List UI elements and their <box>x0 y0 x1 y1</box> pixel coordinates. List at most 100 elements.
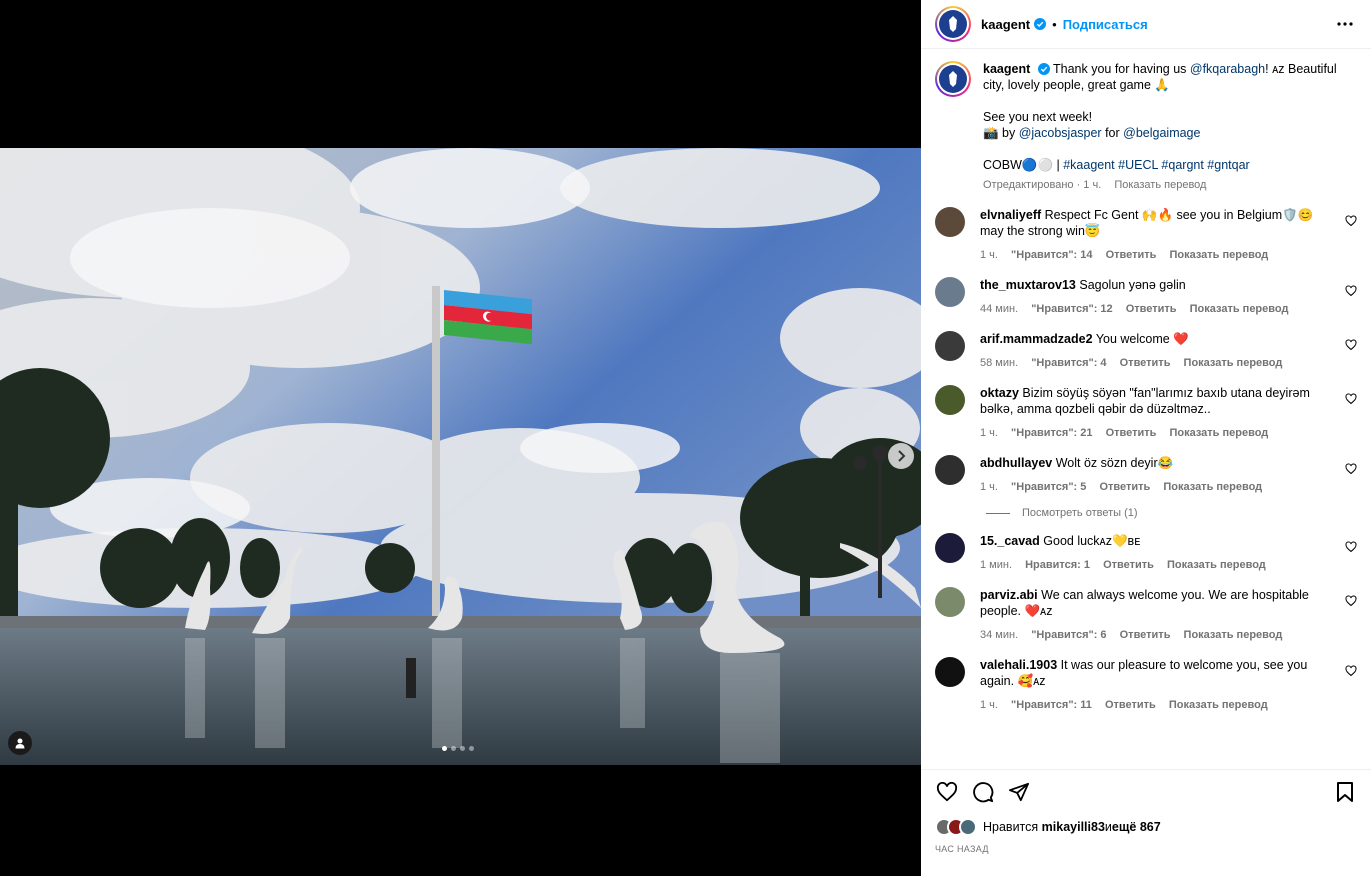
commenter-username[interactable]: parviz.abi <box>980 588 1038 602</box>
post-side-panel: kaagent • Подписаться kaagent Thank you … <box>921 0 1371 876</box>
commenter-username[interactable]: abdhullayev <box>980 456 1052 470</box>
comment-like-heart-icon[interactable] <box>1345 595 1357 607</box>
comment-time: 34 мин. <box>980 629 1019 641</box>
caption-mention[interactable]: @fkqarabagh <box>1190 62 1265 76</box>
comment-like-count[interactable]: "Нравится": 4 <box>1031 357 1106 369</box>
comment-item: the_muxtarov13 Sagolun yənə gəlin 44 мин… <box>935 277 1357 317</box>
commenter-avatar[interactable] <box>935 533 965 563</box>
view-replies-button[interactable]: Посмотреть ответы (1) <box>986 507 1357 519</box>
caption-author-avatar[interactable] <box>935 61 971 97</box>
comment-like-heart-icon[interactable] <box>1345 393 1357 405</box>
commenter-avatar[interactable] <box>935 385 965 415</box>
header-separator: • <box>1052 16 1057 32</box>
comment-like-heart-icon[interactable] <box>1345 285 1357 297</box>
author-username[interactable]: kaagent <box>981 17 1030 32</box>
commenter-username[interactable]: 15._cavad <box>980 534 1040 548</box>
comment-time: 1 ч. <box>980 481 998 493</box>
commenter-avatar[interactable] <box>935 277 965 307</box>
comment-time: 58 мин. <box>980 357 1019 369</box>
post-header: kaagent • Подписаться <box>921 0 1371 49</box>
likes-prefix: Нравится <box>983 820 1039 834</box>
commenter-username[interactable]: the_muxtarov13 <box>980 278 1076 292</box>
comment-item: parviz.abi We can always welcome you. We… <box>935 587 1357 643</box>
caption-text: COBW🔵⚪ | <box>983 158 1064 172</box>
caption-text: for <box>1101 126 1124 140</box>
post-actions: Нравится mikayilli83 и ещё 867 ЧАС НАЗАД <box>921 769 1371 876</box>
comment-translate-link[interactable]: Показать перевод <box>1184 629 1283 641</box>
comment-icon <box>973 782 994 803</box>
comment-like-heart-icon[interactable] <box>1345 339 1357 351</box>
comments-scroll-area[interactable]: kaagent Thank you for having us @fkqarab… <box>921 49 1371 769</box>
more-options-button[interactable] <box>1333 12 1357 36</box>
comment-like-count[interactable]: "Нравится": 12 <box>1031 303 1112 315</box>
comment-reply-link[interactable]: Ответить <box>1106 427 1157 439</box>
commenter-avatar[interactable] <box>935 455 965 485</box>
author-avatar[interactable] <box>935 6 971 42</box>
comment-time: 44 мин. <box>980 303 1019 315</box>
comment-like-count[interactable]: "Нравится": 6 <box>1031 629 1106 641</box>
comment-item: abdhullayev Wolt öz sözn deyir😂 1 ч. "Нр… <box>935 455 1357 495</box>
comment-item: arif.mammadzade2 You welcome ❤️ 58 мин. … <box>935 331 1357 371</box>
user-tag-icon <box>15 738 25 749</box>
caption-mention[interactable]: @jacobsjasper <box>1019 126 1102 140</box>
commenter-avatar[interactable] <box>935 331 965 361</box>
share-icon <box>1009 782 1029 802</box>
commenter-username[interactable]: valehali.1903 <box>980 658 1057 672</box>
likes-rest[interactable]: ещё 867 <box>1112 820 1161 834</box>
follow-button[interactable]: Подписаться <box>1063 17 1148 32</box>
caption-username[interactable]: kaagent <box>983 62 1030 76</box>
comment-like-count[interactable]: "Нравится": 5 <box>1011 481 1086 493</box>
comment-translate-link[interactable]: Показать перевод <box>1163 481 1262 493</box>
comment-text: Wolt öz sözn deyir😂 <box>1055 456 1174 470</box>
caption-translate-link[interactable]: Показать перевод <box>1114 179 1206 191</box>
comment-translate-link[interactable]: Показать перевод <box>1167 559 1266 571</box>
caption-mention[interactable]: @belgaimage <box>1123 126 1200 140</box>
comment-reply-link[interactable]: Ответить <box>1120 357 1171 369</box>
carousel-next-button[interactable] <box>888 443 914 469</box>
commenter-username[interactable]: arif.mammadzade2 <box>980 332 1093 346</box>
comment-button[interactable] <box>971 780 995 804</box>
comment-translate-link[interactable]: Показать перевод <box>1184 357 1283 369</box>
comment-translate-link[interactable]: Показать перевод <box>1169 699 1268 711</box>
comment-time: 1 ч. <box>980 699 998 711</box>
comment-like-count[interactable]: Нравится: 1 <box>1025 559 1090 571</box>
commenter-avatar[interactable] <box>935 587 965 617</box>
commenter-username[interactable]: oktazy <box>980 386 1019 400</box>
comment-like-count[interactable]: "Нравится": 21 <box>1011 427 1092 439</box>
comment-like-count[interactable]: "Нравится": 11 <box>1011 699 1092 711</box>
comment-time: 1 мин. <box>980 559 1013 571</box>
caption-hashtags[interactable]: #kaagent #UECL #qargnt #gntqar <box>1063 158 1249 172</box>
like-button[interactable] <box>935 780 959 804</box>
commenter-avatar[interactable] <box>935 657 965 687</box>
commenter-avatar[interactable] <box>935 207 965 237</box>
comment-reply-link[interactable]: Ответить <box>1103 559 1154 571</box>
comment-like-heart-icon[interactable] <box>1345 665 1357 677</box>
comment-like-heart-icon[interactable] <box>1345 463 1357 475</box>
commenter-username[interactable]: elvnaliyeff <box>980 208 1041 222</box>
post-photo[interactable] <box>0 148 921 765</box>
avatar <box>959 818 977 836</box>
comment-like-count[interactable]: "Нравится": 14 <box>1011 249 1092 261</box>
comment-translate-link[interactable]: Показать перевод <box>1169 427 1268 439</box>
comment-reply-link[interactable]: Ответить <box>1120 629 1171 641</box>
likes-summary[interactable]: Нравится mikayilli83 и ещё 867 <box>935 818 1357 836</box>
comment-like-heart-icon[interactable] <box>1345 215 1357 227</box>
share-button[interactable] <box>1007 780 1031 804</box>
comment-reply-link[interactable]: Ответить <box>1106 249 1157 261</box>
comment-reply-link[interactable]: Ответить <box>1099 481 1150 493</box>
comment-item: 15._cavad Good luckᴀᴢ💛ʙᴇ 1 мин. Нравится… <box>935 533 1357 573</box>
carousel-dot <box>451 746 456 751</box>
comment-like-heart-icon[interactable] <box>1345 541 1357 553</box>
carousel-indicator <box>442 746 474 751</box>
verified-icon <box>1034 18 1047 30</box>
user-tag-button[interactable] <box>8 731 32 755</box>
likes-user[interactable]: mikayilli83 <box>1042 820 1105 834</box>
comment-reply-link[interactable]: Ответить <box>1105 699 1156 711</box>
caption-edited-time: Отредактировано · 1 ч. <box>983 179 1102 191</box>
view-replies-label: Посмотреть ответы (1) <box>1022 507 1138 519</box>
comment-reply-link[interactable]: Ответить <box>1126 303 1177 315</box>
comment-translate-link[interactable]: Показать перевод <box>1169 249 1268 261</box>
baku-flag-square-image <box>0 148 921 765</box>
save-button[interactable] <box>1333 780 1357 804</box>
comment-translate-link[interactable]: Показать перевод <box>1190 303 1289 315</box>
